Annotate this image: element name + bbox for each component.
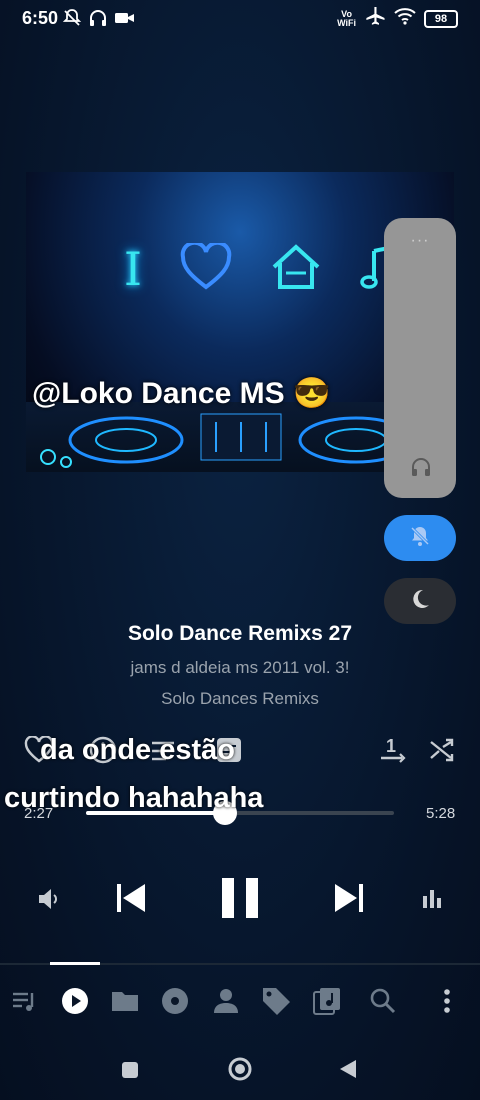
bottom-nav-active-indicator	[50, 962, 100, 965]
volume-panel[interactable]: ···	[384, 218, 456, 498]
panel-more-dots[interactable]: ···	[384, 232, 456, 250]
folder-icon[interactable]	[110, 988, 140, 1019]
airplane-icon	[364, 6, 386, 31]
search-icon[interactable]	[368, 986, 398, 1021]
shuffle-icon[interactable]	[428, 736, 456, 769]
system-navigation-bar	[0, 1040, 480, 1100]
total-time: 5:28	[426, 805, 456, 822]
album-art-caption: @Loko Dance MS 😎	[32, 377, 331, 410]
moon-icon	[408, 587, 432, 616]
vowifi-icon: Vo WiFi	[337, 9, 356, 28]
song-title[interactable]: Solo Dance Remixs 27	[0, 622, 480, 646]
equalizer-icon[interactable]	[420, 886, 444, 915]
music-library-icon[interactable]	[312, 986, 342, 1021]
pause-icon[interactable]	[218, 874, 262, 927]
neon-sign: I	[114, 240, 414, 296]
previous-icon[interactable]	[114, 880, 148, 921]
volume-icon[interactable]	[36, 886, 62, 917]
headphones-icon[interactable]	[410, 456, 432, 483]
video-camera-icon	[114, 8, 136, 33]
vowifi-bottom-label: WiFi	[337, 17, 356, 28]
heart-icon	[180, 240, 232, 296]
status-time: 6:50	[22, 8, 59, 28]
song-album[interactable]: jams d aldeia ms 2011 vol. 3!	[0, 658, 480, 678]
status-right-icons: Vo WiFi 98	[337, 6, 458, 31]
neon-letter: I	[123, 242, 143, 296]
battery-icon: 98	[424, 9, 458, 28]
svg-text:1: 1	[386, 736, 396, 756]
mute-toggle-button[interactable]	[384, 515, 456, 561]
next-icon[interactable]	[332, 880, 366, 921]
mute-notification-icon	[62, 8, 82, 33]
repeat-one-icon[interactable]: 1	[378, 734, 408, 769]
headphones-icon	[88, 8, 108, 33]
mute-bell-icon	[408, 524, 432, 553]
overlay-comment-line1: da onde estão	[40, 734, 235, 766]
song-artist[interactable]: Solo Dances Remixs	[0, 689, 480, 709]
tag-icon[interactable]	[260, 985, 292, 1022]
recents-square-icon[interactable]	[120, 1060, 140, 1085]
current-time: 2:27	[24, 805, 54, 822]
playlist-icon[interactable]	[10, 987, 38, 1020]
wifi-icon	[394, 7, 416, 30]
more-icon[interactable]	[440, 986, 454, 1021]
status-bar: 6:50 Vo WiFi 98	[0, 0, 480, 36]
album-icon[interactable]	[160, 986, 190, 1021]
artist-icon[interactable]	[212, 986, 240, 1021]
now-playing-icon[interactable]	[60, 986, 90, 1021]
home-circle-icon[interactable]	[227, 1056, 253, 1087]
house-icon	[270, 243, 322, 296]
status-left-icons	[62, 8, 136, 33]
sleep-timer-button[interactable]	[384, 578, 456, 624]
back-triangle-icon[interactable]	[338, 1058, 358, 1085]
